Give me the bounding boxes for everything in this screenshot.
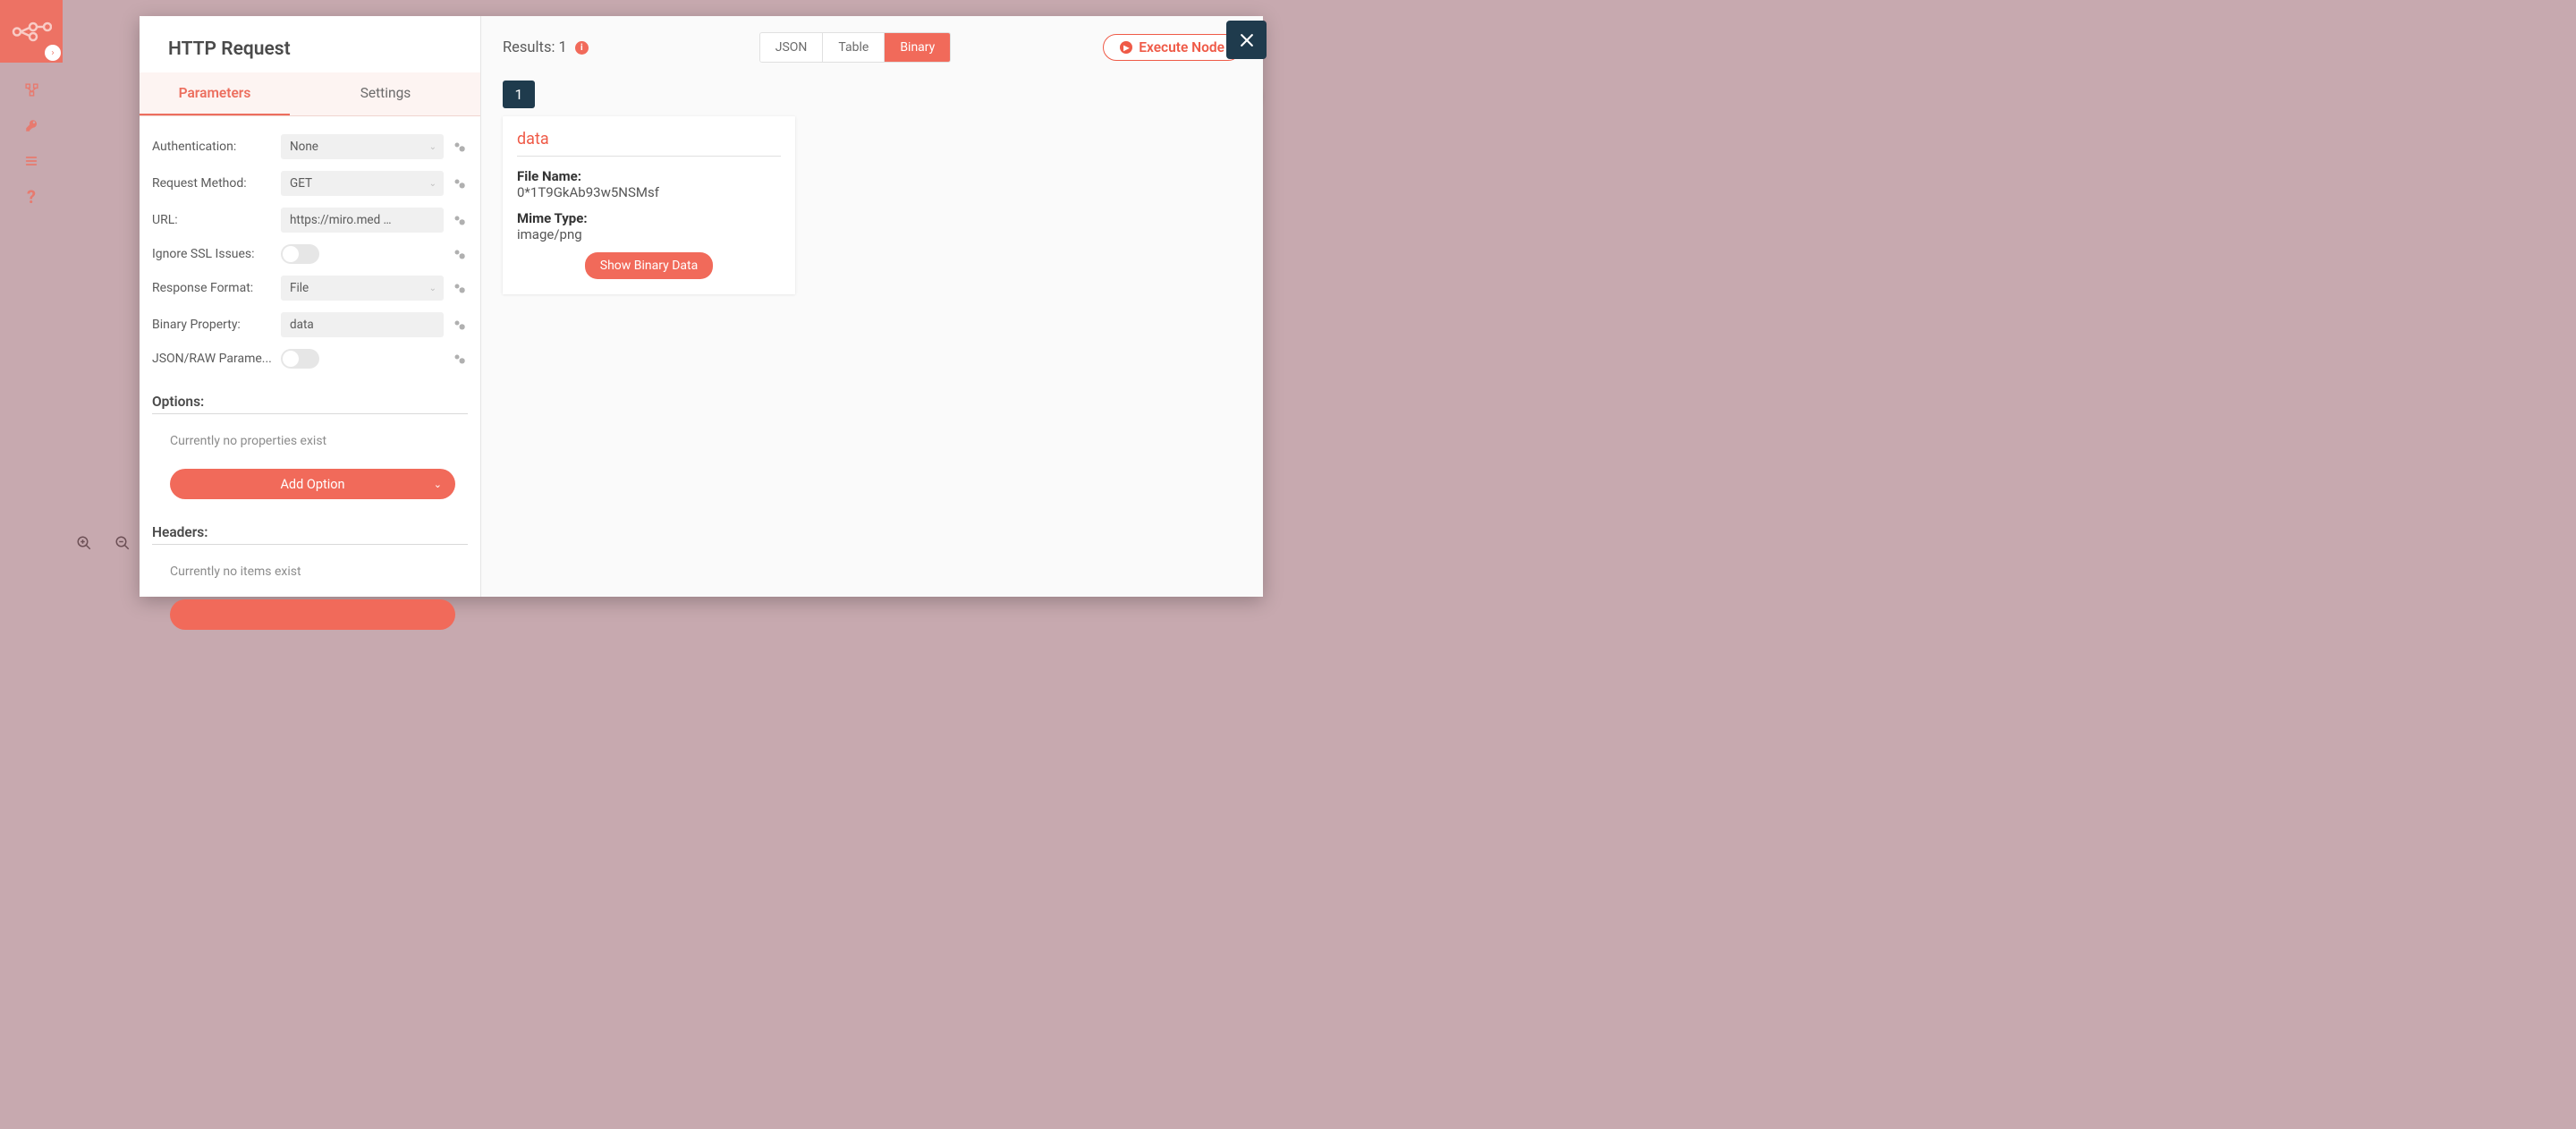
node-title: HTTP Request (140, 16, 480, 72)
zoom-out-icon[interactable] (114, 535, 131, 551)
param-options-icon[interactable] (450, 316, 468, 334)
show-binary-data-button[interactable]: Show Binary Data (585, 252, 713, 279)
chevron-down-icon: ⌄ (429, 284, 436, 293)
parameters-panel: HTTP Request Parameters Settings Authent… (140, 16, 481, 597)
json-raw-toggle[interactable] (281, 349, 319, 369)
mimetype-value: image/png (517, 226, 781, 242)
view-json-button[interactable]: JSON (760, 33, 824, 62)
close-modal-button[interactable] (1226, 21, 1267, 59)
chevron-down-icon: ⌄ (429, 142, 436, 152)
sidebar-expand-icon[interactable]: › (45, 45, 61, 61)
options-section-title: Options: (152, 394, 468, 414)
param-binary-property: Binary Property: data (152, 312, 468, 337)
param-request-method: Request Method: GET ⌄ (152, 171, 468, 196)
response-format-select[interactable]: File ⌄ (281, 276, 444, 301)
info-icon[interactable]: i (575, 41, 589, 55)
node-edit-modal: HTTP Request Parameters Settings Authent… (140, 16, 1263, 597)
view-binary-button[interactable]: Binary (885, 33, 950, 62)
param-label: JSON/RAW Parame... (152, 352, 275, 366)
param-options-icon[interactable] (450, 245, 468, 263)
n8n-logo-icon (12, 21, 52, 43)
tab-settings[interactable]: Settings (290, 72, 481, 115)
param-label: Ignore SSL Issues: (152, 247, 275, 261)
app-sidebar: › ? (0, 0, 63, 564)
item-index-tab[interactable]: 1 (503, 81, 535, 108)
view-switch: JSON Table Binary (759, 32, 952, 63)
add-header-button[interactable] (170, 599, 455, 630)
view-table-button[interactable]: Table (823, 33, 885, 62)
binary-property-name: data (517, 130, 781, 157)
param-label: URL: (152, 213, 275, 227)
workflows-icon[interactable] (22, 81, 40, 98)
help-icon[interactable]: ? (22, 188, 40, 206)
filename-label: File Name: (517, 168, 781, 184)
authentication-select[interactable]: None ⌄ (281, 134, 444, 159)
param-ignore-ssl: Ignore SSL Issues: (152, 244, 468, 264)
zoom-in-icon[interactable] (76, 535, 92, 551)
chevron-down-icon: ⌄ (434, 479, 442, 490)
tab-parameters[interactable]: Parameters (140, 72, 290, 115)
panel-tabs: Parameters Settings (140, 72, 480, 116)
param-label: Response Format: (152, 281, 275, 295)
param-options-icon[interactable] (450, 174, 468, 192)
param-options-icon[interactable] (450, 279, 468, 297)
execute-node-button[interactable]: ▶ Execute Node (1103, 34, 1241, 61)
param-options-icon[interactable] (450, 211, 468, 229)
mimetype-label: Mime Type: (517, 210, 781, 226)
executions-icon[interactable] (22, 152, 40, 170)
add-option-button[interactable]: Add Option ⌄ (170, 469, 455, 499)
headers-section-title: Headers: (152, 524, 468, 545)
headers-empty-text: Currently no items exist (152, 556, 468, 579)
ignore-ssl-toggle[interactable] (281, 244, 319, 264)
param-label: Request Method: (152, 176, 275, 191)
param-response-format: Response Format: File ⌄ (152, 276, 468, 301)
param-authentication: Authentication: None ⌄ (152, 134, 468, 159)
url-input[interactable]: https://miro.med … (281, 208, 444, 233)
chevron-down-icon: ⌄ (429, 179, 436, 189)
zoom-controls (76, 535, 131, 551)
param-label: Binary Property: (152, 318, 275, 332)
output-panel: Results: 1 i JSON Table Binary ▶ Execute… (481, 16, 1263, 597)
credentials-icon[interactable] (22, 116, 40, 134)
param-options-icon[interactable] (450, 350, 468, 368)
options-empty-text: Currently no properties exist (152, 426, 468, 448)
param-json-raw: JSON/RAW Parame... (152, 349, 468, 369)
param-options-icon[interactable] (450, 138, 468, 156)
filename-value: 0*1T9GkAb93w5NSMsf (517, 184, 781, 200)
request-method-select[interactable]: GET ⌄ (281, 171, 444, 196)
parameters-form: Authentication: None ⌄ Request Method: G… (140, 116, 480, 648)
binary-data-card: data File Name: 0*1T9GkAb93w5NSMsf Mime … (503, 116, 795, 294)
output-header: Results: 1 i JSON Table Binary ▶ Execute… (503, 32, 1241, 63)
app-logo[interactable]: › (0, 0, 63, 63)
results-count: Results: 1 (503, 39, 567, 56)
binary-property-input[interactable]: data (281, 312, 444, 337)
param-url: URL: https://miro.med … (152, 208, 468, 233)
play-icon: ▶ (1120, 41, 1132, 54)
param-label: Authentication: (152, 140, 275, 154)
